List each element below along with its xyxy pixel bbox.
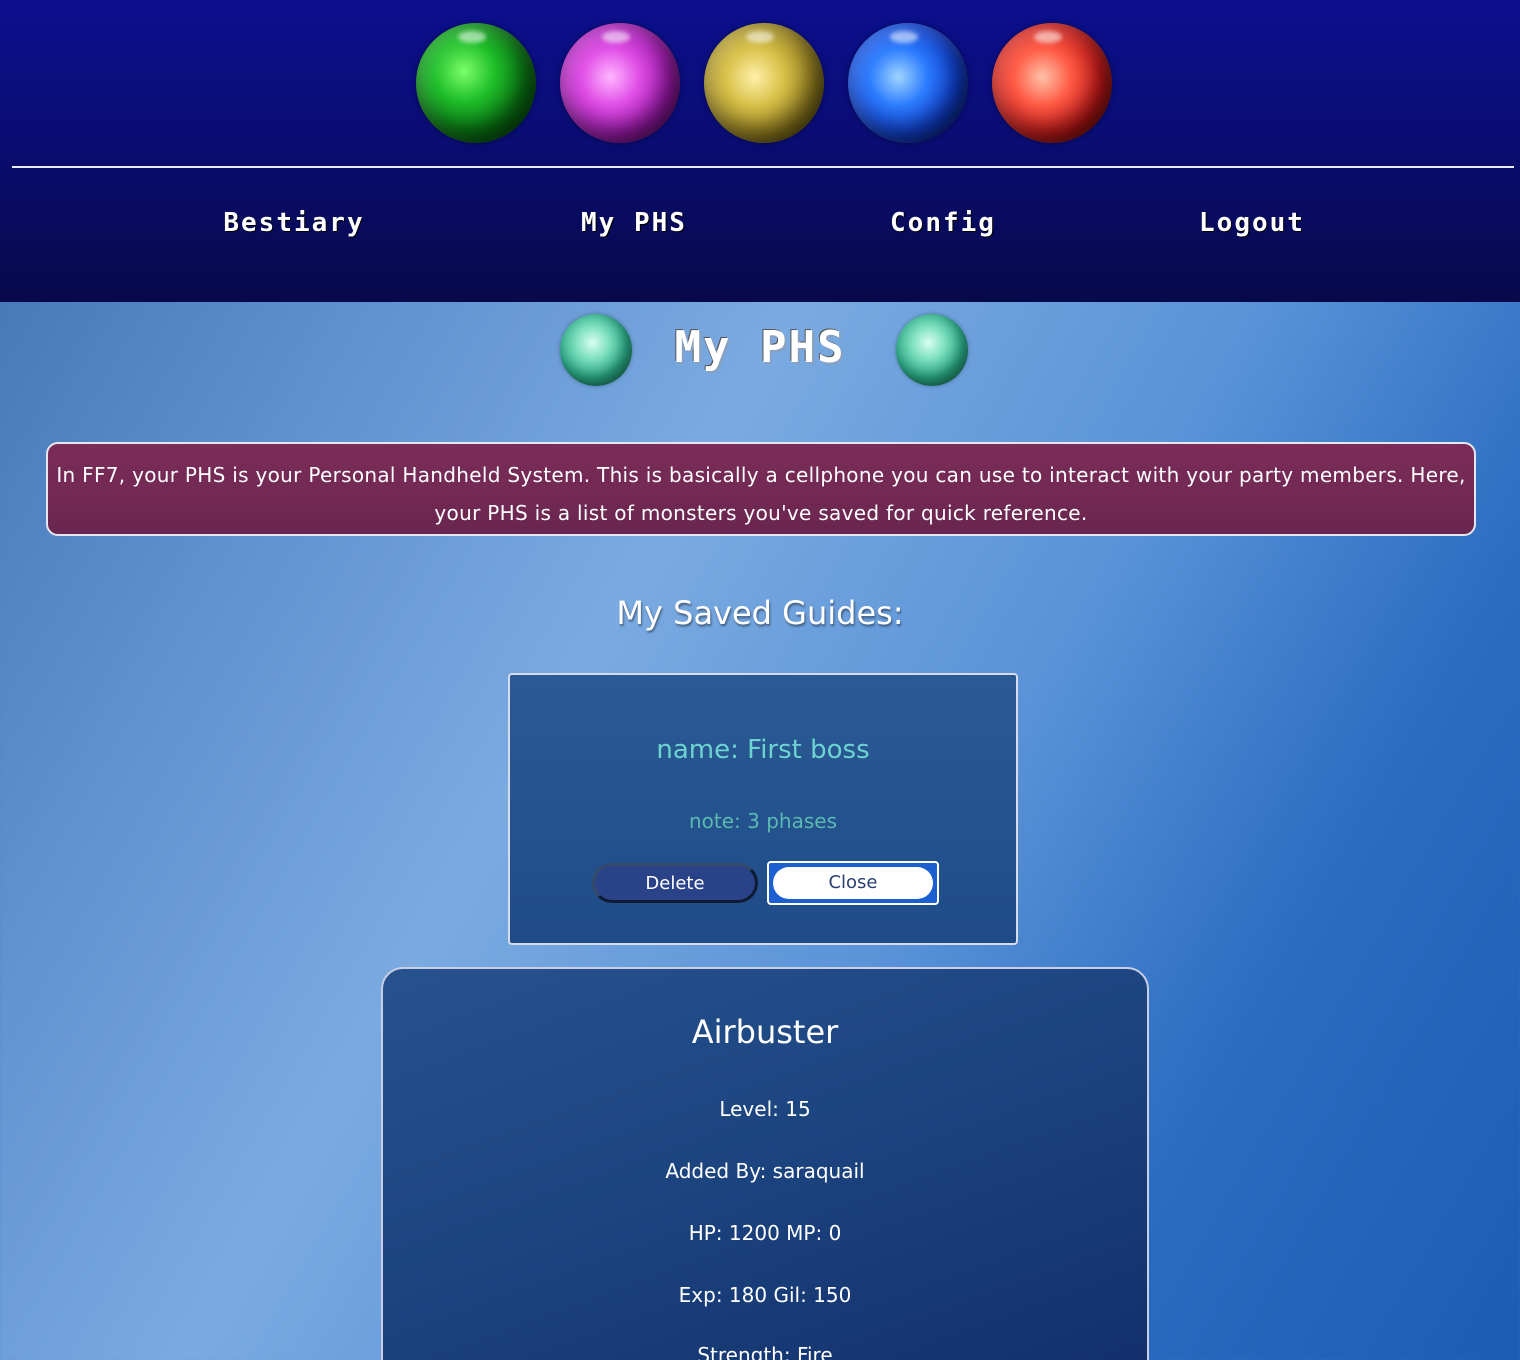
monster-name: Airbuster [691, 1013, 839, 1051]
green-materia-icon [416, 23, 536, 143]
nav-link-config[interactable]: Config [886, 208, 1000, 238]
monster-card: Airbuster Level: 15 Added By: saraquail … [381, 967, 1149, 1360]
monster-strength: Strength: Fire [697, 1343, 833, 1360]
main-nav: Bestiary My PHS Config Logout [0, 168, 1520, 302]
close-button[interactable]: Close [767, 861, 939, 905]
site-header: Bestiary My PHS Config Logout [0, 0, 1520, 302]
green-orb-icon [896, 314, 968, 386]
nav-link-bestiary[interactable]: Bestiary [208, 208, 380, 238]
nav-link-my-phs[interactable]: My PHS [566, 208, 702, 238]
page-title-row: My PHS [0, 314, 1520, 388]
monster-added-by: Added By: saraquail [665, 1159, 865, 1183]
blue-materia-icon [848, 23, 968, 143]
nav-link-logout[interactable]: Logout [1186, 208, 1318, 238]
yellow-materia-icon [704, 23, 824, 143]
page-title: My PHS [674, 322, 846, 373]
saved-guides-heading: My Saved Guides: [616, 594, 904, 632]
close-button-label: Close [773, 867, 933, 899]
monster-level: Level: 15 [719, 1097, 811, 1121]
materia-orb-row [0, 23, 1520, 145]
red-materia-icon [992, 23, 1112, 143]
purple-materia-icon [560, 23, 680, 143]
delete-button[interactable]: Delete [592, 863, 758, 903]
monster-hp-mp: HP: 1200 MP: 0 [688, 1221, 842, 1245]
saved-guide-card: name: First boss note: 3 phases Delete C… [508, 673, 1018, 945]
green-orb-icon [560, 314, 632, 386]
monster-exp-gil: Exp: 180 Gil: 150 [678, 1283, 852, 1307]
guide-name: name: First boss [656, 735, 870, 765]
intro-banner: In FF7, your PHS is your Personal Handhe… [46, 442, 1476, 536]
guide-note: note: 3 phases [688, 809, 837, 833]
